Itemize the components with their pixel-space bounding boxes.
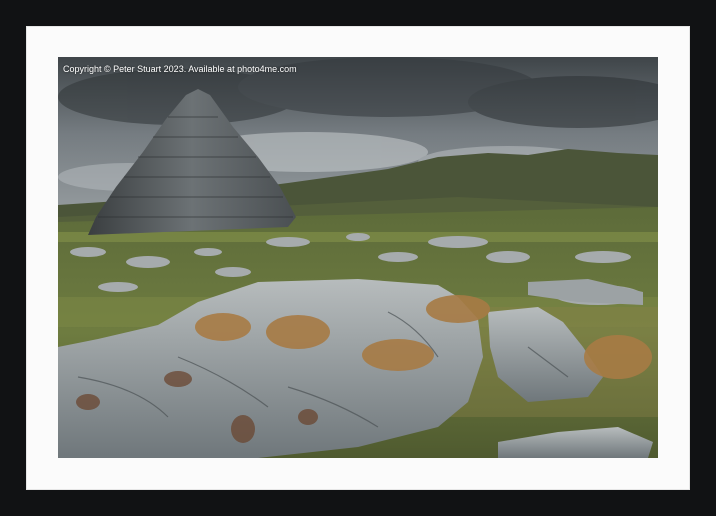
copyright-watermark: Copyright © Peter Stuart 2023. Available… — [63, 64, 297, 74]
landscape-photo: Copyright © Peter Stuart 2023. Available… — [58, 57, 658, 458]
